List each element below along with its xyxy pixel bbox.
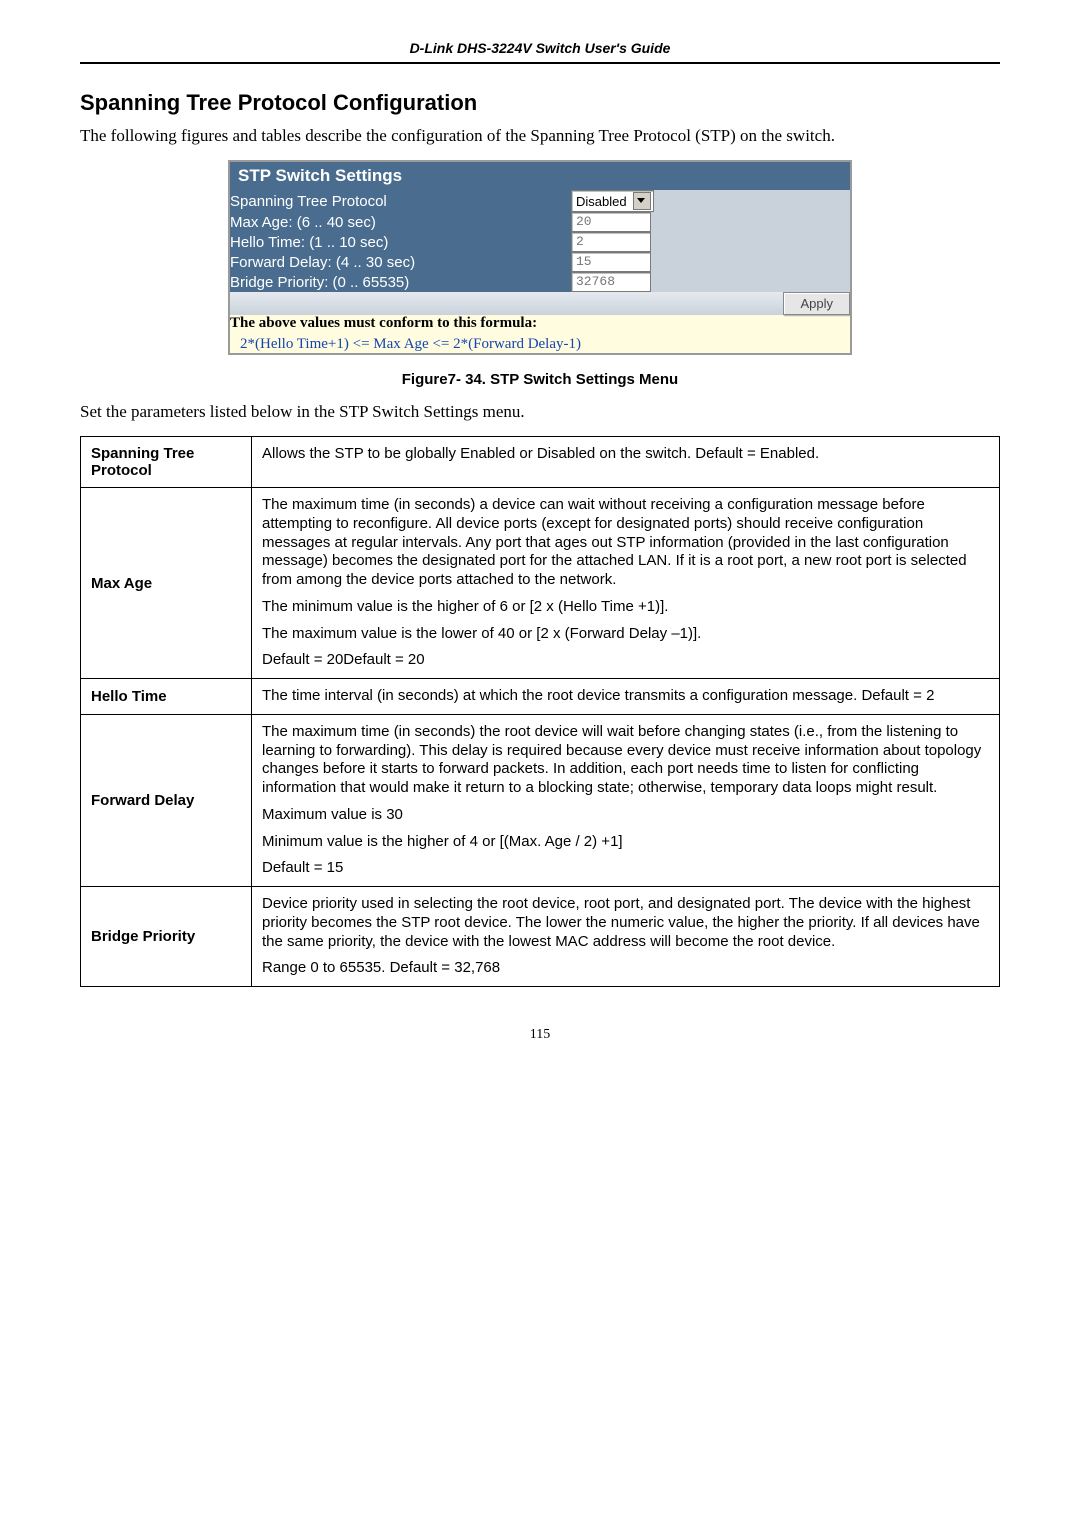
param-text: Maximum value is 30 (262, 806, 989, 825)
table-row: Forward Delay The maximum time (in secon… (81, 714, 1000, 886)
param-text: Device priority used in selecting the ro… (262, 895, 989, 951)
param-text: The maximum time (in seconds) a device c… (262, 496, 989, 590)
param-text: Default = 15 (262, 859, 989, 878)
param-label: Max Age (81, 488, 252, 679)
param-label: Spanning Tree Protocol (81, 437, 252, 488)
param-desc: The time interval (in seconds) at which … (252, 679, 1000, 715)
stp-fwd-label: Forward Delay: (4 .. 30 sec) (230, 252, 571, 272)
page-header: D-Link DHS-3224V Switch User's Guide (80, 40, 1000, 60)
stp-maxage-label: Max Age: (6 .. 40 sec) (230, 212, 571, 232)
chevron-down-icon (633, 192, 651, 210)
stp-bp-input[interactable]: 32768 (571, 272, 651, 292)
param-text: Minimum value is the higher of 4 or [(Ma… (262, 833, 989, 852)
header-rule (80, 62, 1000, 64)
stp-hello-label: Hello Time: (1 .. 10 sec) (230, 232, 571, 252)
apply-button[interactable]: Apply (783, 292, 850, 315)
formula-line: 2*(Hello Time+1) <= Max Age <= 2*(Forwar… (230, 336, 850, 353)
param-desc: The maximum time (in seconds) the root d… (252, 714, 1000, 886)
param-label: Bridge Priority (81, 887, 252, 987)
stp-panel-title: STP Switch Settings (230, 162, 850, 190)
table-row: Hello Time The time interval (in seconds… (81, 679, 1000, 715)
table-row: Spanning Tree Protocol Allows the STP to… (81, 437, 1000, 488)
param-label: Hello Time (81, 679, 252, 715)
param-text: Range 0 to 65535. Default = 32,768 (262, 959, 989, 978)
param-desc: Allows the STP to be globally Enabled or… (252, 437, 1000, 488)
table-row: Max Age The maximum time (in seconds) a … (81, 488, 1000, 679)
param-label: Forward Delay (81, 714, 252, 886)
param-text: The time interval (in seconds) at which … (262, 687, 989, 706)
figure-caption: Figure7- 34. STP Switch Settings Menu (80, 371, 1000, 388)
stp-protocol-select[interactable]: Disabled (571, 190, 654, 212)
param-text: The maximum time (in seconds) the root d… (262, 723, 989, 798)
table-row: Bridge Priority Device priority used in … (81, 887, 1000, 987)
stp-protocol-label: Spanning Tree Protocol (230, 190, 571, 212)
subnote: Set the parameters listed below in the S… (80, 402, 1000, 422)
stp-settings-panel: STP Switch Settings Spanning Tree Protoc… (228, 160, 852, 355)
param-text: The minimum value is the higher of 6 or … (262, 598, 989, 617)
formula-title: The above values must conform to this fo… (230, 315, 850, 332)
param-desc: The maximum time (in seconds) a device c… (252, 488, 1000, 679)
stp-protocol-value: Disabled (576, 194, 627, 209)
stp-maxage-input[interactable]: 20 (571, 212, 651, 232)
section-intro: The following figures and tables describ… (80, 126, 1000, 146)
param-text: The maximum value is the lower of 40 or … (262, 625, 989, 644)
stp-bp-label: Bridge Priority: (0 .. 65535) (230, 272, 571, 292)
parameter-table: Spanning Tree Protocol Allows the STP to… (80, 436, 1000, 987)
stp-hello-input[interactable]: 2 (571, 232, 651, 252)
stp-fwd-input[interactable]: 15 (571, 252, 651, 272)
param-desc: Device priority used in selecting the ro… (252, 887, 1000, 987)
section-title: Spanning Tree Protocol Configuration (80, 90, 1000, 116)
param-text: Default = 20Default = 20 (262, 651, 989, 670)
page-number: 115 (80, 1027, 1000, 1043)
param-text: Allows the STP to be globally Enabled or… (262, 445, 989, 464)
